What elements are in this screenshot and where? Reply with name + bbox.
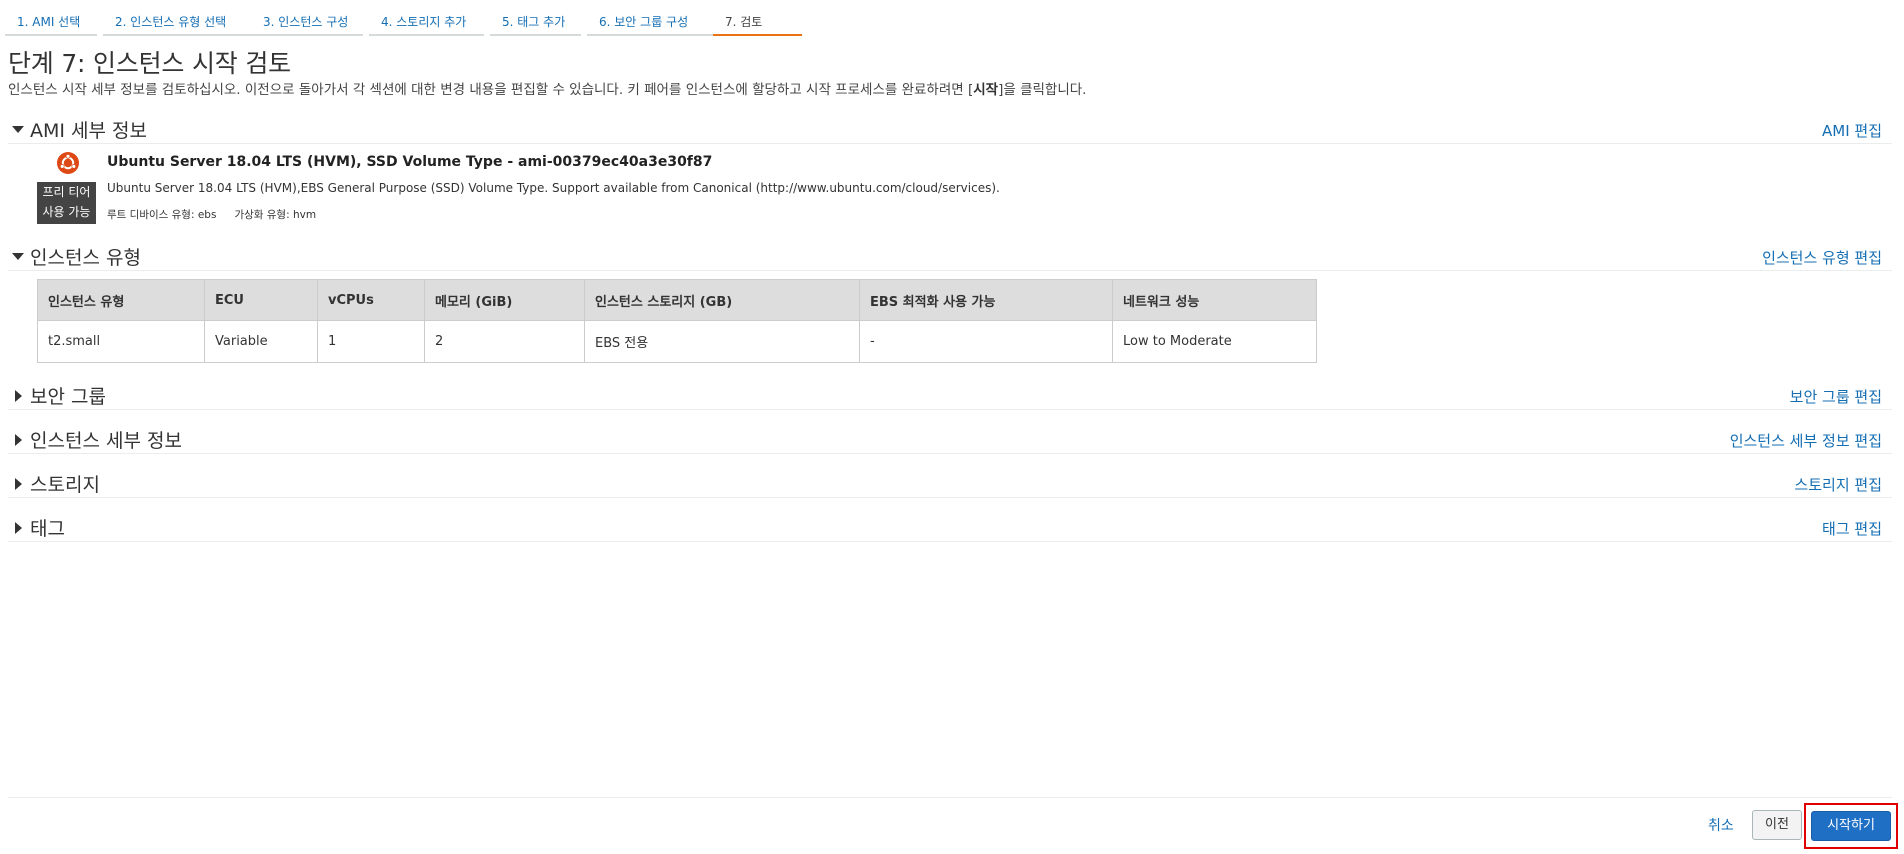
table-cell: Variable	[204, 320, 318, 363]
caret-down-icon[interactable]	[12, 253, 24, 260]
section-tags-header[interactable]: 태그 태그 편집	[8, 513, 1892, 542]
subtitle-text-end: ]을 클릭합니다.	[998, 82, 1087, 98]
table-header-row: 인스턴스 유형 ECU vCPUs 메모리 (GiB) 인스턴스 스토리지 (G…	[37, 279, 1317, 321]
caret-right-icon[interactable]	[15, 390, 22, 402]
free-tier-line-1: 프리 티어	[42, 185, 91, 199]
edit-tags-link[interactable]: 태그 편집	[1822, 518, 1882, 539]
column-header: 네트워크 성능	[1112, 279, 1317, 321]
wizard-step-label: 2. 인스턴스 유형 선택	[115, 15, 227, 29]
instance-type-table: 인스턴스 유형 ECU vCPUs 메모리 (GiB) 인스턴스 스토리지 (G…	[37, 279, 1317, 363]
table-cell: Low to Moderate	[1112, 320, 1317, 363]
virtualization-type: 가상화 유형: hvm	[234, 209, 317, 221]
wizard-step-instance-type[interactable]: 2. 인스턴스 유형 선택	[103, 0, 257, 36]
review-page: 1. AMI 선택 2. 인스턴스 유형 선택 3. 인스턴스 구성 4. 스토…	[0, 0, 1904, 854]
table-cell: 2	[424, 320, 585, 363]
subtitle-text: 인스턴스 시작 세부 정보를 검토하십시오. 이전으로 돌아가서 각 섹션에 대…	[8, 82, 974, 98]
section-security-group-header[interactable]: 보안 그룹 보안 그룹 편집	[8, 381, 1892, 410]
wizard-step-tags[interactable]: 5. 태그 추가	[490, 0, 581, 36]
table-cell: -	[859, 320, 1113, 363]
page-title: 단계 7: 인스턴스 시작 검토	[8, 49, 291, 78]
column-header: 메모리 (GiB)	[424, 279, 585, 321]
column-header: vCPUs	[317, 279, 425, 321]
caret-right-icon[interactable]	[15, 522, 22, 534]
wizard-step-label: 4. 스토리지 추가	[381, 15, 467, 29]
section-instance-type-title: 인스턴스 유형	[30, 247, 141, 269]
edit-ami-link[interactable]: AMI 편집	[1822, 120, 1882, 141]
free-tier-line-2: 사용 가능	[42, 205, 91, 219]
footer-divider	[8, 797, 1892, 798]
column-header: 인스턴스 유형	[37, 279, 205, 321]
edit-security-group-link[interactable]: 보안 그룹 편집	[1790, 386, 1882, 407]
edit-instance-details-link[interactable]: 인스턴스 세부 정보 편집	[1730, 430, 1882, 451]
caret-right-icon[interactable]	[15, 478, 22, 490]
caret-right-icon[interactable]	[15, 434, 22, 446]
ami-meta: 루트 디바이스 유형: ebs 가상화 유형: hvm	[107, 207, 316, 222]
section-instance-type-header[interactable]: 인스턴스 유형 인스턴스 유형 편집	[8, 242, 1892, 271]
section-instance-details-header[interactable]: 인스턴스 세부 정보 인스턴스 세부 정보 편집	[8, 425, 1892, 454]
ami-description: Ubuntu Server 18.04 LTS (HVM),EBS Genera…	[107, 181, 1000, 195]
subtitle-bold: 시작	[973, 82, 999, 98]
wizard-step-storage[interactable]: 4. 스토리지 추가	[369, 0, 484, 36]
section-security-group-title: 보안 그룹	[30, 386, 106, 408]
ubuntu-logo-icon	[57, 152, 79, 174]
edit-storage-link[interactable]: 스토리지 편집	[1794, 474, 1882, 495]
wizard-step-label: 6. 보안 그룹 구성	[599, 15, 689, 29]
table-row: t2.small Variable 1 2 EBS 전용 - Low to Mo…	[37, 320, 1317, 363]
table-cell: EBS 전용	[584, 320, 860, 363]
section-storage-header[interactable]: 스토리지 스토리지 편집	[8, 469, 1892, 498]
root-device-type: 루트 디바이스 유형: ebs	[107, 209, 217, 221]
wizard-step-label: 1. AMI 선택	[17, 15, 81, 29]
launch-button-highlight: 시작하기	[1804, 803, 1898, 849]
caret-down-icon[interactable]	[12, 126, 24, 133]
wizard-steps: 1. AMI 선택 2. 인스턴스 유형 선택 3. 인스턴스 구성 4. 스토…	[5, 0, 1895, 37]
table-cell: t2.small	[37, 320, 205, 363]
wizard-step-label: 7. 검토	[725, 15, 763, 29]
column-header: EBS 최적화 사용 가능	[859, 279, 1113, 321]
wizard-step-security-group[interactable]: 6. 보안 그룹 구성	[587, 0, 713, 36]
column-header: 인스턴스 스토리지 (GB)	[584, 279, 860, 321]
launch-button[interactable]: 시작하기	[1811, 811, 1891, 841]
section-storage-title: 스토리지	[30, 474, 100, 496]
section-instance-details-title: 인스턴스 세부 정보	[30, 430, 182, 452]
previous-button[interactable]: 이전	[1752, 810, 1802, 840]
column-header: ECU	[204, 279, 318, 321]
table-cell: 1	[317, 320, 425, 363]
edit-instance-type-link[interactable]: 인스턴스 유형 편집	[1762, 247, 1882, 268]
wizard-step-ami[interactable]: 1. AMI 선택	[5, 0, 97, 36]
section-ami-header[interactable]: AMI 세부 정보 AMI 편집	[8, 115, 1892, 144]
cancel-link[interactable]: 취소	[1708, 815, 1734, 835]
section-ami-title: AMI 세부 정보	[30, 120, 147, 142]
wizard-step-configure[interactable]: 3. 인스턴스 구성	[251, 0, 363, 36]
wizard-step-label: 3. 인스턴스 구성	[263, 15, 349, 29]
ami-name: Ubuntu Server 18.04 LTS (HVM), SSD Volum…	[107, 154, 713, 170]
free-tier-badge: 프리 티어 사용 가능	[37, 182, 96, 224]
wizard-step-review[interactable]: 7. 검토	[713, 0, 802, 36]
section-tags-title: 태그	[30, 518, 65, 540]
wizard-step-label: 5. 태그 추가	[502, 15, 566, 29]
page-subtitle: 인스턴스 시작 세부 정보를 검토하십시오. 이전으로 돌아가서 각 섹션에 대…	[8, 78, 1086, 98]
